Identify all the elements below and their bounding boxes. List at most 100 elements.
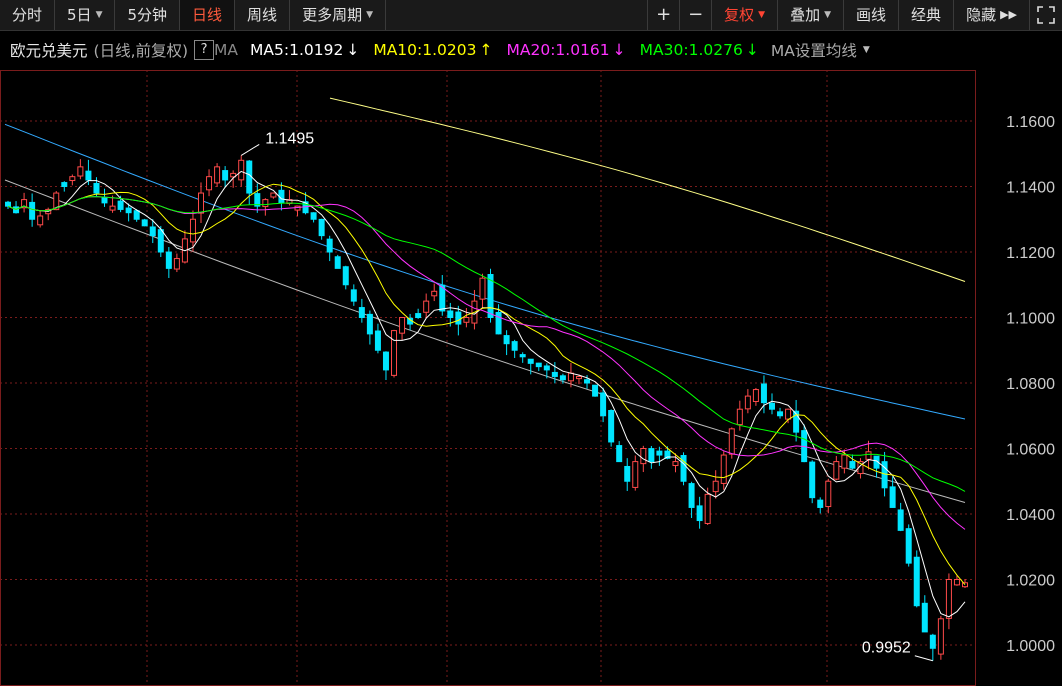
candle-down bbox=[543, 365, 550, 371]
candle-down bbox=[415, 313, 422, 319]
candle-down bbox=[592, 384, 599, 397]
candle-up bbox=[720, 454, 727, 484]
candle-up bbox=[173, 258, 180, 270]
candle-up bbox=[37, 215, 44, 226]
candle-down bbox=[366, 313, 373, 335]
candle-up bbox=[238, 159, 245, 181]
candle-down bbox=[342, 266, 349, 286]
candle-up bbox=[69, 176, 76, 182]
price-tick-label: 1.0800 bbox=[1006, 376, 1055, 393]
candle-up bbox=[728, 428, 735, 455]
candle-down bbox=[358, 307, 365, 318]
ma5-line bbox=[7, 170, 966, 618]
candle-down bbox=[61, 182, 68, 188]
candle-up bbox=[214, 166, 221, 184]
high-annotation: 1.1495 bbox=[265, 130, 314, 147]
candle-down bbox=[688, 483, 695, 508]
candle-up bbox=[567, 372, 574, 382]
candle-down bbox=[503, 335, 510, 345]
price-tick-label: 1.1400 bbox=[1006, 180, 1055, 197]
candle-up bbox=[399, 317, 406, 334]
candle-down bbox=[125, 207, 132, 214]
candle-up bbox=[825, 480, 832, 508]
candle-down bbox=[889, 486, 896, 508]
candle-down bbox=[535, 362, 542, 368]
chart-grid bbox=[0, 70, 976, 686]
candle-up bbox=[109, 205, 116, 211]
candle-up bbox=[463, 317, 470, 323]
candle-up bbox=[841, 454, 848, 469]
candle-up bbox=[945, 579, 952, 619]
candle-up bbox=[423, 300, 430, 313]
high-pointer bbox=[240, 143, 260, 156]
long-moving-averages bbox=[4, 97, 966, 503]
candle-down bbox=[382, 351, 389, 371]
candle-down bbox=[519, 354, 526, 358]
low-pointer bbox=[914, 655, 933, 662]
ma120-line bbox=[4, 123, 966, 420]
candle-down bbox=[608, 410, 615, 443]
ma10-line bbox=[7, 183, 966, 586]
price-tick-label: 1.0000 bbox=[1006, 638, 1055, 655]
ma250-line bbox=[329, 97, 966, 282]
candle-down bbox=[310, 212, 317, 220]
candle-down bbox=[913, 556, 920, 607]
candle-up bbox=[262, 199, 269, 208]
candle-down bbox=[93, 182, 100, 194]
candle-up bbox=[865, 451, 872, 460]
candle-up bbox=[744, 395, 751, 410]
candle-up bbox=[77, 166, 84, 177]
candle-up bbox=[391, 330, 398, 376]
candle-down bbox=[905, 528, 912, 564]
price-tick-label: 1.0400 bbox=[1006, 507, 1055, 524]
ma30-line bbox=[7, 196, 966, 492]
candle-up bbox=[632, 461, 639, 488]
candles-group bbox=[5, 155, 968, 661]
candle-down bbox=[584, 379, 591, 384]
candle-down bbox=[117, 200, 124, 210]
candle-up bbox=[575, 375, 582, 380]
price-tick-label: 1.0600 bbox=[1006, 442, 1055, 459]
candle-down bbox=[165, 251, 172, 269]
price-tick-label: 1.1000 bbox=[1006, 311, 1055, 328]
candle-down bbox=[897, 509, 904, 531]
candle-down bbox=[656, 450, 663, 456]
candle-down bbox=[921, 602, 928, 633]
candle-up bbox=[479, 277, 486, 300]
candle-down bbox=[222, 170, 229, 181]
candle-down bbox=[157, 229, 164, 253]
candle-down bbox=[455, 311, 462, 325]
candle-up bbox=[672, 461, 679, 467]
candle-up bbox=[206, 176, 213, 191]
candle-up bbox=[752, 389, 759, 403]
candle-down bbox=[527, 358, 534, 364]
candle-down bbox=[511, 341, 518, 351]
candle-up bbox=[270, 192, 277, 198]
candle-down bbox=[648, 448, 655, 463]
candle-down bbox=[318, 218, 325, 237]
candle-down bbox=[696, 505, 703, 522]
candle-down bbox=[817, 499, 824, 508]
candle-down bbox=[929, 634, 936, 649]
price-tick-label: 1.0200 bbox=[1006, 573, 1055, 590]
low-annotation: 0.9952 bbox=[862, 640, 911, 657]
candle-up bbox=[712, 480, 719, 493]
chart-annotations: 1.1495 0.9952 bbox=[240, 130, 933, 662]
candle-up bbox=[937, 618, 944, 655]
candle-down bbox=[5, 201, 11, 207]
candle-down bbox=[768, 402, 775, 410]
candle-down bbox=[849, 461, 856, 469]
candle-down bbox=[495, 311, 502, 335]
candle-down bbox=[326, 238, 333, 253]
candle-down bbox=[334, 256, 341, 269]
candle-down bbox=[101, 197, 108, 204]
price-axis: 1.1600 1.1400 1.1200 1.1000 1.0800 1.0600 1.04… bbox=[1006, 114, 1055, 655]
candlestick-chart[interactable]: 1.1600 1.1400 1.1200 1.1000 1.0800 1.0600 1.04… bbox=[0, 0, 1062, 686]
candle-down bbox=[616, 445, 623, 463]
candle-up bbox=[704, 493, 711, 524]
candle-up bbox=[833, 461, 840, 480]
candle-up bbox=[785, 408, 792, 420]
candle-down bbox=[133, 210, 140, 220]
price-tick-label: 1.1600 bbox=[1006, 114, 1055, 131]
candle-down bbox=[350, 289, 357, 302]
